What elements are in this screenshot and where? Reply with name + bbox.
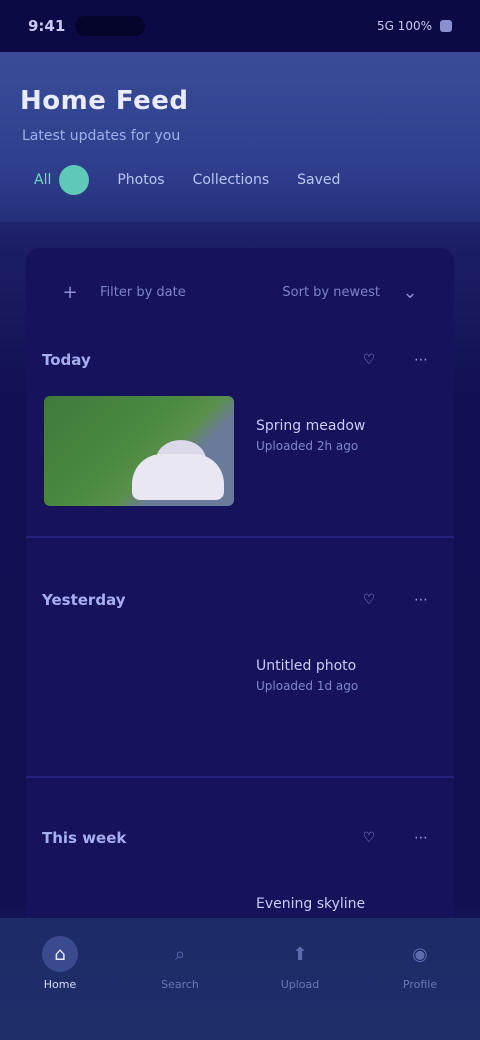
photo-thumbnail[interactable] [44,396,234,506]
nav-profile[interactable]: ◉ Profile [380,936,460,992]
upload-icon: ⬆ [292,943,308,965]
tab-saved-label: Saved [297,172,341,188]
section-header: Yesterday ♡ ⋯ [42,580,438,620]
status-time: 9:41 [28,17,66,35]
tab-saved[interactable]: Saved [283,160,354,200]
nav-upload[interactable]: ⬆ Upload [260,936,340,992]
nav-home[interactable]: ⌂ Home [20,936,100,991]
search-icon: ⌕ [174,943,186,965]
section-header: Today ♡ ⋯ [42,340,438,380]
item-meta: Uploaded 2h ago [256,439,359,453]
nav-profile-label: Profile [402,978,438,991]
like-icon[interactable]: ♡ [352,347,386,373]
card-toolbar: + Filter by date Sort by newest ⌄ [26,272,454,312]
section-actions: ♡ ⋯ [352,587,438,613]
sort-button[interactable]: Sort by newest [282,285,380,300]
camera-notch [75,16,146,36]
active-tab-dot-icon [59,165,90,195]
tab-collections-label: Collections [192,172,270,188]
more-icon[interactable]: ⋯ [404,825,438,851]
tab-all[interactable]: All [20,160,103,200]
status-left: 9:41 [28,16,146,36]
page-title: Home Feed [20,86,189,116]
tab-collections[interactable]: Collections [179,160,284,200]
item-title[interactable]: Spring meadow [256,416,365,436]
section-title: This week [42,829,127,847]
section-title: Today [42,351,91,369]
chevron-down-icon[interactable]: ⌄ [396,278,424,306]
section-actions: ♡ ⋯ [352,825,438,851]
app-header: Home Feed Latest updates for you All Pho… [0,52,480,222]
status-right: 5G 100% [377,19,452,33]
filter-button[interactable]: Filter by date [100,285,266,300]
status-bar: 9:41 5G 100% [0,0,480,52]
feed-section-yesterday: Yesterday ♡ ⋯ Untitled photo Uploaded 1d… [26,580,454,778]
nav-search[interactable]: ⌕ Search [140,936,220,992]
nav-upload-label: Upload [280,978,320,991]
like-icon[interactable]: ♡ [352,587,386,613]
more-icon[interactable]: ⋯ [404,587,438,613]
tab-photos[interactable]: Photos [103,160,178,200]
page-subtitle: Latest updates for you [22,128,181,144]
cloud-shape [132,454,224,500]
battery-icon [440,20,452,32]
tab-bar: All Photos Collections Saved [20,160,460,200]
section-header: This week ♡ ⋯ [42,818,438,858]
item-title[interactable]: Evening skyline [256,894,365,914]
nav-search-label: Search [161,978,199,991]
tab-photos-label: Photos [117,172,165,188]
section-actions: ♡ ⋯ [352,347,438,373]
more-icon[interactable]: ⋯ [404,347,438,373]
item-title[interactable]: Untitled photo [256,656,358,676]
section-title: Yesterday [42,591,126,609]
item-text: Untitled photo Uploaded 1d ago [256,656,358,696]
profile-icon: ◉ [412,943,428,965]
nav-home-label: Home [43,978,77,991]
home-icon: ⌂ [42,936,78,972]
item-text: Spring meadow Uploaded 2h ago [256,416,365,456]
item-text: Evening skyline [256,894,365,914]
bottom-nav: ⌂ Home ⌕ Search ⬆ Upload ◉ Profile [0,918,480,1040]
tab-all-label: All [34,172,52,188]
plus-icon[interactable]: + [56,278,84,306]
feed-section-today: Today ♡ ⋯ Spring meadow Uploaded 2h ago [26,340,454,538]
feed-card: + Filter by date Sort by newest ⌄ Today … [26,248,454,948]
status-right-text: 5G 100% [376,19,432,33]
item-meta: Uploaded 1d ago [256,679,359,693]
like-icon[interactable]: ♡ [352,825,386,851]
